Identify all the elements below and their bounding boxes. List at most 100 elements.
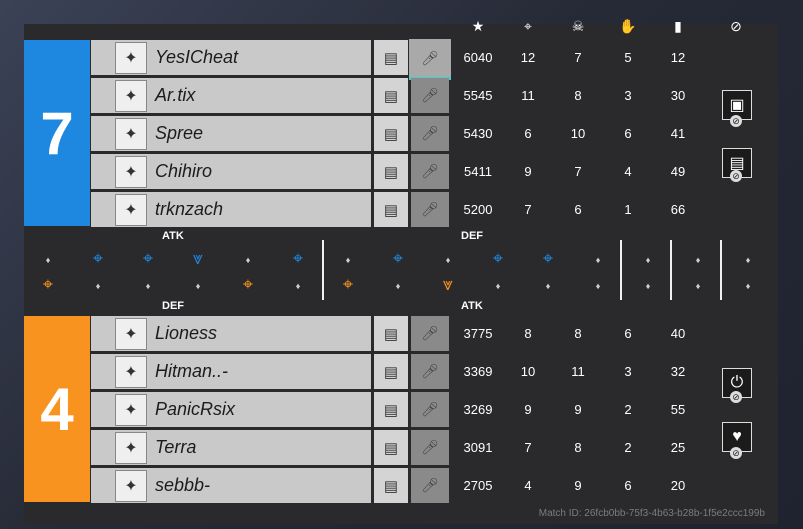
player-row[interactable]: ✦ Ar.tix (91, 78, 371, 113)
round-defuse-win-icon: ⩔ (442, 274, 454, 294)
chat-icon[interactable]: ▤ (374, 116, 408, 151)
player-row[interactable]: ✦ Hitman..- (91, 354, 371, 389)
chat-icon[interactable]: ▤ (374, 40, 408, 75)
player-name: Lioness (155, 323, 218, 343)
player-row[interactable]: ✦ Lioness (91, 316, 371, 351)
round-label-def-bottom: DEF (162, 300, 184, 312)
stat-score: 3775 (463, 326, 493, 341)
chat-icon[interactable]: ▤ (374, 78, 408, 113)
mute-mic-icon[interactable]: 🎤︎ (411, 468, 449, 503)
player-row[interactable]: ✦ sebbb- (91, 468, 371, 503)
stat-deaths: 7 (574, 164, 582, 179)
stat-ping: 32 (670, 364, 686, 379)
stat-score: 5411 (464, 164, 492, 179)
stat-ping: 20 (670, 478, 686, 493)
player-row[interactable]: ✦ trknzach (91, 192, 371, 227)
player-row[interactable]: ✦ Terra (91, 430, 371, 465)
player-name: Spree (155, 123, 204, 143)
player-row[interactable]: ✦ YesICheat (91, 40, 371, 75)
mute-mic-icon[interactable]: 🎤︎ (411, 316, 449, 351)
operator-icon: ✦ (115, 393, 147, 426)
stat-score: 5545 (463, 88, 493, 103)
chat-icon[interactable]: ▤ (374, 154, 408, 189)
player-name: PanicRsix (155, 399, 236, 419)
stat-score: 6040 (463, 50, 493, 65)
player-name: Chihiro (155, 161, 213, 181)
operator-icon: ✦ (115, 355, 147, 388)
round-pending-icon: ♦ (695, 281, 701, 291)
player-row[interactable]: ✦ Spree (91, 116, 371, 151)
stat-assists: 2 (624, 402, 632, 417)
player-name: YesICheat (155, 47, 239, 67)
operator-icon: ✦ (115, 155, 147, 188)
chat-icon[interactable]: ▤ (374, 468, 408, 503)
player-row[interactable]: ✦ Chihiro (91, 154, 371, 189)
ban-icon: ⊘ (730, 447, 742, 459)
round-elimination-win-icon: ⌖ (92, 248, 104, 268)
round-label-atk-top: ATK (162, 230, 184, 242)
stat-ping: 55 (670, 402, 686, 417)
operator-icon: ✦ (115, 41, 147, 74)
stat-deaths: 9 (574, 402, 582, 417)
player-name: sebbb- (155, 475, 211, 495)
stat-score: 3369 (463, 364, 493, 379)
player-row[interactable]: ✦ PanicRsix (91, 392, 371, 427)
mute-mic-icon[interactable]: 🎤︎ (411, 430, 449, 465)
round-elimination-win-icon: ⌖ (142, 248, 154, 268)
round-pending-icon: ♦ (645, 281, 651, 291)
mute-mic-icon[interactable]: 🎤︎ (411, 154, 449, 189)
chat-icon[interactable]: ▤ (374, 354, 408, 389)
stat-assists: 4 (624, 164, 632, 179)
round-elimination-win-icon: ⌖ (342, 274, 354, 294)
assist-icon: ✋ (619, 18, 637, 34)
stat-assists: 6 (624, 478, 632, 493)
mute-mic-icon[interactable]: 🎤︎ (411, 78, 449, 113)
stat-assists: 6 (624, 126, 632, 141)
round-label-atk-bottom: ATK (461, 300, 483, 312)
stat-score: 3269 (463, 402, 493, 417)
round-elimination-win-icon: ⌖ (392, 248, 404, 268)
round-pending-icon: ♦ (595, 281, 601, 291)
player-name: Hitman..- (155, 361, 229, 381)
round-pending-icon: ♦ (295, 281, 301, 291)
stat-kills: 7 (524, 440, 532, 455)
mute-mic-icon[interactable]: 🎤︎ (411, 354, 449, 389)
chat-icon[interactable]: ▤ (374, 392, 408, 427)
stat-assists: 1 (624, 202, 632, 217)
ban-icon: ⊘ (730, 391, 742, 403)
mute-mic-icon[interactable]: 🎤︎ (411, 392, 449, 427)
star-icon: ★ (471, 18, 485, 34)
chat-icon[interactable]: ▤ (374, 192, 408, 227)
round-pending-icon: ♦ (245, 255, 251, 265)
round-pending-icon: ♦ (445, 255, 451, 265)
stat-ping: 12 (670, 50, 686, 65)
stat-ping: 25 (670, 440, 686, 455)
round-pending-icon: ♦ (495, 281, 501, 291)
stat-assists: 3 (624, 364, 632, 379)
crosshair-icon: ⌖ (524, 18, 532, 34)
mute-mic-icon[interactable]: 🎤︎ (409, 39, 451, 80)
player-name: Terra (155, 437, 197, 457)
stat-kills: 4 (524, 478, 532, 493)
round-defuse-win-icon: ⩔ (192, 248, 204, 268)
operator-icon: ✦ (115, 431, 147, 464)
operator-icon: ✦ (115, 117, 147, 150)
stat-deaths: 6 (574, 202, 582, 217)
mute-mic-icon[interactable]: 🎤︎ (411, 192, 449, 227)
stat-ping: 41 (670, 126, 686, 141)
round-pending-icon: ♦ (395, 281, 401, 291)
round-pending-icon: ♦ (145, 281, 151, 291)
stat-deaths: 11 (571, 364, 585, 379)
stat-kills: 6 (524, 126, 532, 141)
chat-icon[interactable]: ▤ (374, 316, 408, 351)
stat-kills: 10 (520, 364, 536, 379)
operator-icon: ✦ (115, 469, 147, 502)
ban-icon: ⊘ (730, 170, 742, 182)
chat-icon[interactable]: ▤ (374, 430, 408, 465)
stat-assists: 6 (624, 326, 632, 341)
round-pending-icon: ♦ (695, 255, 701, 265)
stat-deaths: 8 (574, 88, 582, 103)
stat-deaths: 8 (574, 326, 582, 341)
mute-mic-icon[interactable]: 🎤︎ (411, 116, 449, 151)
stat-deaths: 10 (570, 126, 586, 141)
